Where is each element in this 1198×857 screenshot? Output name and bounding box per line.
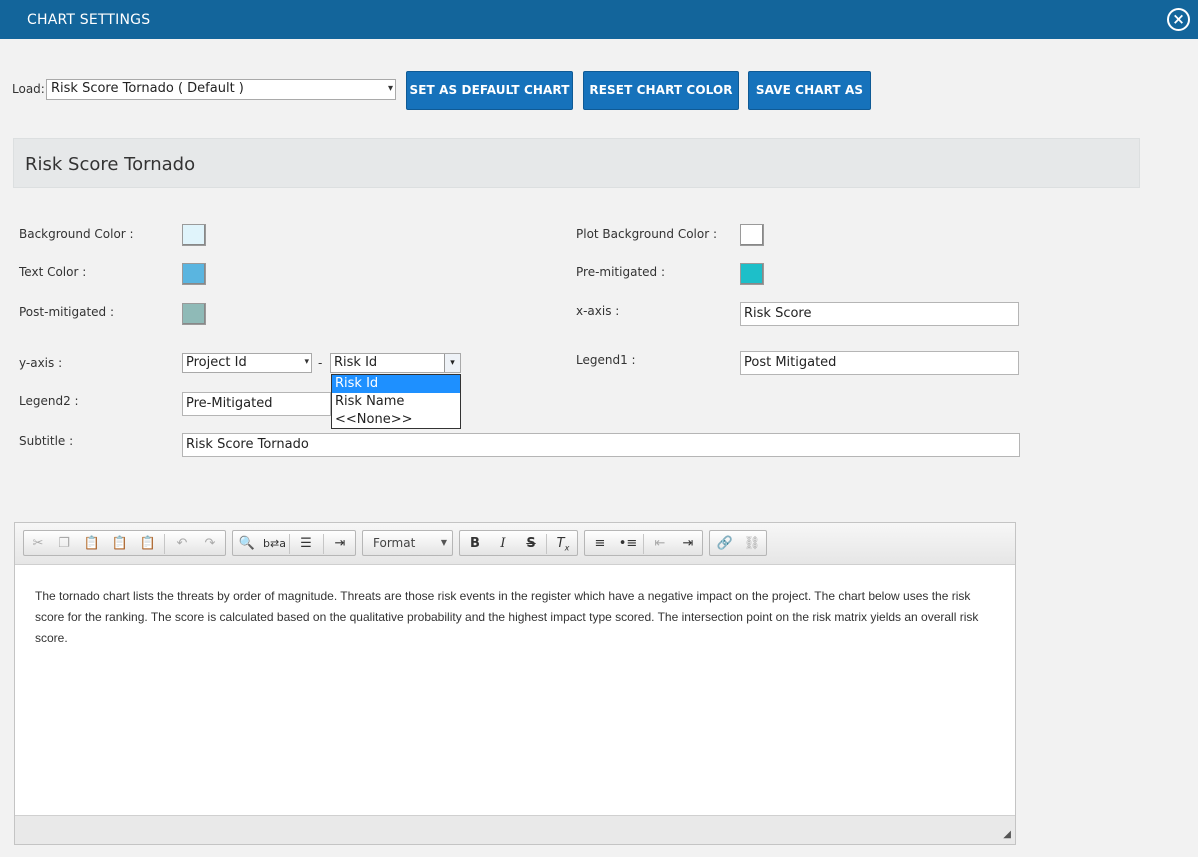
set-default-chart-button[interactable]: SET AS DEFAULT CHART (406, 71, 573, 110)
option-risk-name[interactable]: Risk Name (332, 393, 460, 411)
bold-icon[interactable]: B (464, 534, 486, 554)
title-bar: CHART SETTINGS × (0, 0, 1198, 39)
remove-format-icon[interactable]: Tx (552, 534, 574, 554)
text-color-swatch[interactable] (182, 263, 206, 285)
indent-block-icon[interactable]: ⇥ (329, 534, 351, 554)
subtitle-input[interactable]: Risk Score Tornado (182, 433, 1020, 457)
post-mitigated-label: Post-mitigated : (19, 305, 115, 319)
rich-text-editor: ✂ ❐ 📋 📋 📋 ↶ ↷ 🔍 b⇄a ☰ ⇥ Format ▼ B I S T… (14, 522, 1016, 845)
background-color-swatch[interactable] (182, 224, 206, 246)
unlink-icon[interactable]: ⛓ (741, 534, 763, 554)
format-select[interactable]: Format ▼ (362, 530, 453, 556)
y-axis-separator: - (318, 356, 323, 370)
link-icon[interactable]: 🔗 (714, 534, 736, 554)
format-select-label: Format (373, 536, 416, 550)
editor-statusbar: ◢ (15, 815, 1015, 844)
chevron-down-icon: ▾ (444, 354, 460, 372)
y-axis-secondary-select[interactable]: Risk Id ▾ (330, 353, 461, 373)
toolbar-group-find: 🔍 b⇄a ☰ ⇥ (232, 530, 356, 556)
option-none[interactable]: <<None>> (332, 411, 460, 429)
strikethrough-icon[interactable]: S (520, 534, 542, 554)
undo-icon[interactable]: ↶ (171, 534, 193, 554)
legend2-input[interactable]: Pre-Mitigated (182, 392, 331, 416)
y-axis-primary-value: Project Id (186, 355, 247, 370)
post-mitigated-color-swatch[interactable] (182, 303, 206, 325)
chevron-down-icon: ▾ (387, 83, 393, 94)
load-chart-select[interactable]: Risk Score Tornado ( Default ) ▾ (46, 79, 396, 100)
close-icon[interactable]: × (1167, 8, 1190, 31)
bulleted-list-icon[interactable]: •≡ (617, 534, 639, 554)
decrease-indent-icon[interactable]: ⇤ (649, 534, 671, 554)
x-axis-input[interactable]: Risk Score (740, 302, 1019, 326)
numbered-list-icon[interactable]: ≡ (589, 534, 611, 554)
y-axis-primary-select[interactable]: Project Id ▾ (182, 353, 312, 373)
toolbar-group-links: 🔗 ⛓ (709, 530, 767, 556)
editor-content[interactable]: The tornado chart lists the threats by o… (35, 586, 995, 649)
toolbar-group-lists: ≡ •≡ ⇤ ⇥ (584, 530, 703, 556)
resize-handle-icon[interactable]: ◢ (1003, 829, 1011, 840)
option-risk-id[interactable]: Risk Id (332, 375, 460, 393)
cut-icon[interactable]: ✂ (27, 534, 49, 554)
pre-mitigated-label: Pre-mitigated : (576, 265, 666, 279)
load-chart-selected-value: Risk Score Tornado ( Default ) (51, 81, 244, 96)
copy-icon[interactable]: ❐ (53, 534, 75, 554)
subtitle-label: Subtitle : (19, 434, 74, 448)
toolbar-group-styles: B I S Tx (459, 530, 578, 556)
y-axis-label: y-axis : (19, 356, 63, 370)
load-label: Load: (12, 82, 45, 96)
window-title: CHART SETTINGS (27, 12, 151, 28)
pre-mitigated-color-swatch[interactable] (740, 263, 764, 285)
save-chart-as-button[interactable]: SAVE CHART AS (748, 71, 871, 110)
background-color-label: Background Color : (19, 227, 134, 241)
select-all-icon[interactable]: ☰ (295, 534, 317, 554)
plot-background-color-label: Plot Background Color : (576, 227, 718, 241)
reset-chart-color-button[interactable]: RESET CHART COLOR (583, 71, 739, 110)
chevron-down-icon: ▾ (304, 357, 309, 367)
legend1-input[interactable]: Post Mitigated (740, 351, 1019, 375)
panel-title: Risk Score Tornado (13, 138, 1140, 188)
editor-toolbar: ✂ ❐ 📋 📋 📋 ↶ ↷ 🔍 b⇄a ☰ ⇥ Format ▼ B I S T… (15, 523, 1015, 565)
legend2-label: Legend2 : (19, 394, 79, 408)
increase-indent-icon[interactable]: ⇥ (677, 534, 699, 554)
x-axis-label: x-axis : (576, 304, 620, 318)
legend1-label: Legend1 : (576, 353, 636, 367)
paste-icon[interactable]: 📋 (81, 534, 103, 554)
text-color-label: Text Color : (19, 265, 87, 279)
italic-icon[interactable]: I (492, 534, 514, 554)
y-axis-secondary-options: Risk Id Risk Name <<None>> (331, 374, 461, 429)
toolbar-group-clipboard: ✂ ❐ 📋 📋 📋 ↶ ↷ (23, 530, 226, 556)
paste-text-icon[interactable]: 📋 (109, 534, 131, 554)
replace-icon[interactable]: b⇄a (263, 534, 286, 554)
plot-background-color-swatch[interactable] (740, 224, 764, 246)
find-icon[interactable]: 🔍 (236, 534, 258, 554)
paste-word-icon[interactable]: 📋 (137, 534, 159, 554)
redo-icon[interactable]: ↷ (199, 534, 221, 554)
chevron-down-icon: ▼ (440, 538, 447, 547)
y-axis-secondary-value: Risk Id (334, 355, 378, 370)
